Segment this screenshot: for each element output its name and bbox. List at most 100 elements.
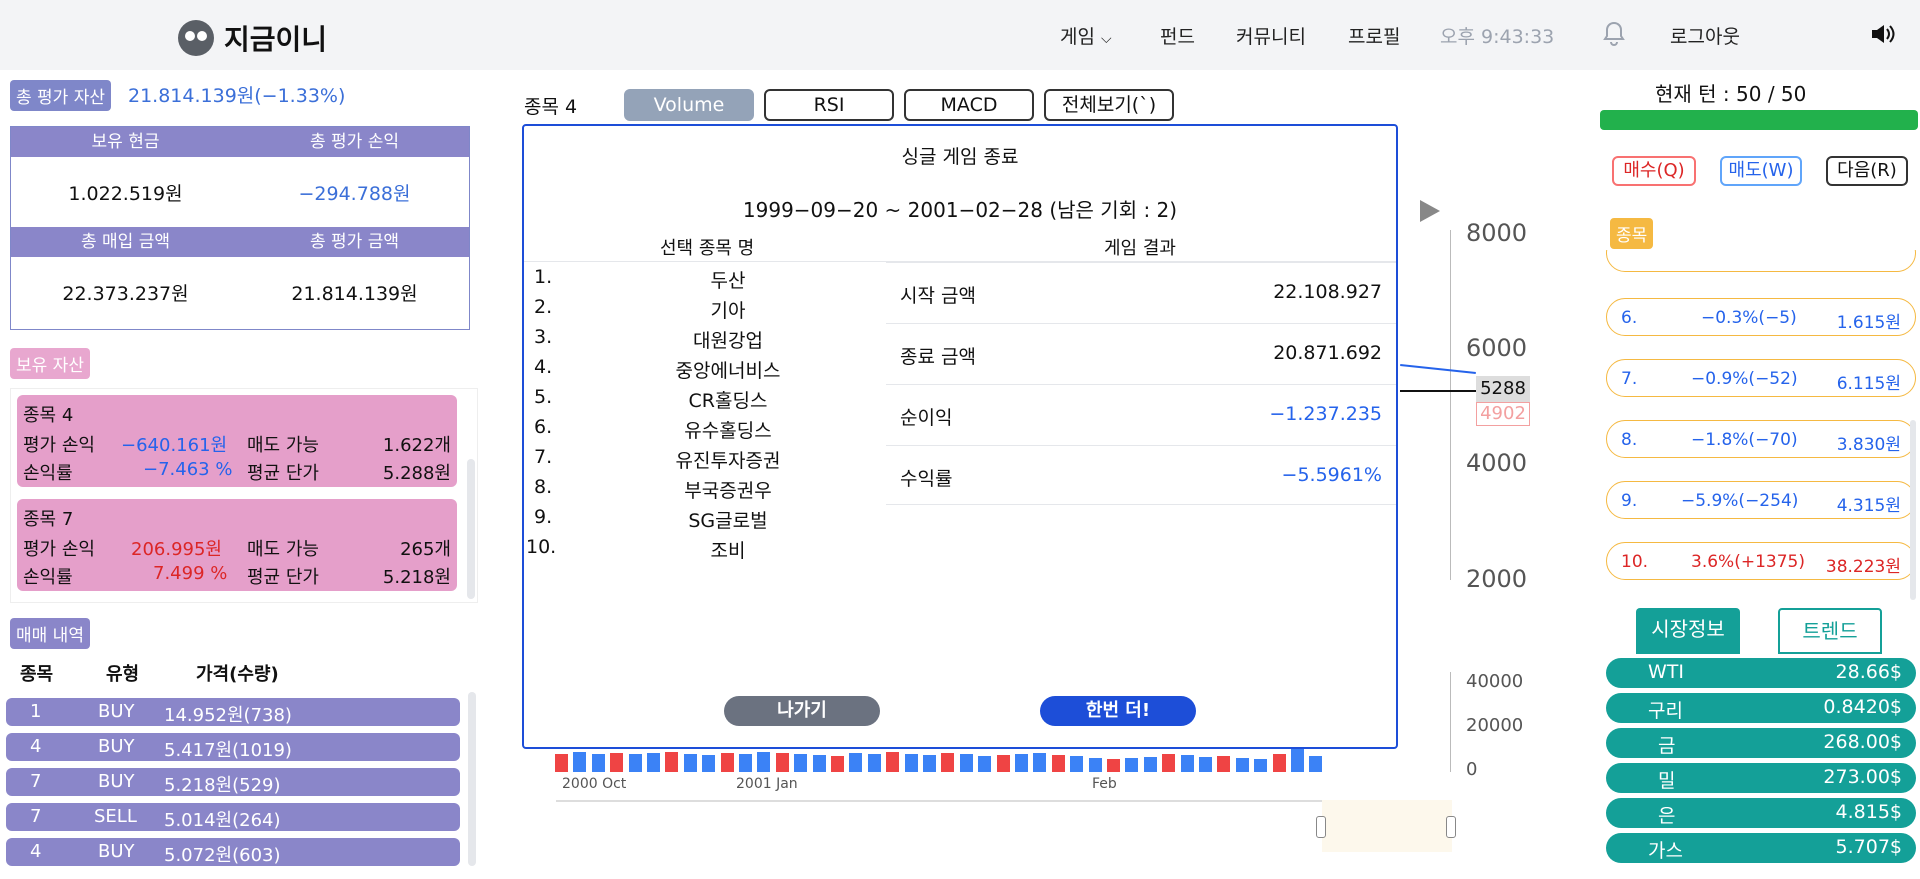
trade-row[interactable]: 7 SELL 5.014원(264) bbox=[6, 803, 460, 831]
volume-bar bbox=[831, 756, 844, 772]
volume-button[interactable]: Volume bbox=[624, 89, 754, 121]
y-tick: 4000 bbox=[1466, 449, 1528, 477]
rank-row[interactable]: 7. −0.9%(−52) 6.115원 bbox=[1606, 359, 1916, 397]
trade-row[interactable]: 4 BUY 5.417원(1019) bbox=[6, 733, 460, 761]
trade-history-title: 매매 내역 bbox=[10, 618, 90, 649]
rank-row-partial bbox=[1606, 250, 1916, 272]
tab-market-info[interactable]: 시장정보 bbox=[1636, 608, 1740, 654]
result-label: 시작 금액 bbox=[900, 285, 976, 307]
rank-row[interactable]: 9. −5.9%(−254) 4.315원 bbox=[1606, 481, 1916, 519]
volume-bar bbox=[739, 754, 752, 772]
rank-row[interactable]: 6. −0.3%(−5) 1.615원 bbox=[1606, 298, 1916, 336]
macd-button[interactable]: MACD bbox=[904, 89, 1034, 121]
stock-name: CR홀딩스 bbox=[688, 390, 768, 412]
volume-bar bbox=[923, 755, 936, 772]
result-label: 순이익 bbox=[900, 407, 953, 429]
market-name: 은 bbox=[1658, 805, 1676, 827]
play-again-button[interactable]: 한번 더! bbox=[1040, 696, 1196, 726]
trade-type: BUY bbox=[98, 771, 135, 792]
logo-text: 지금이니 bbox=[224, 23, 328, 56]
total-asset-value: 21.814.139원(−1.33%) bbox=[128, 85, 346, 107]
result-row: 종료 금액 20.871.692 bbox=[886, 323, 1396, 383]
rank-number: 10. bbox=[1621, 552, 1649, 572]
rank-price: 1.615원 bbox=[1836, 313, 1901, 333]
nav-game[interactable]: 게임 ⌵ bbox=[1060, 22, 1112, 49]
sellable-value: 265개 bbox=[400, 539, 451, 560]
rank-change: −1.8%(−70) bbox=[1691, 430, 1798, 450]
market-name: 금 bbox=[1658, 735, 1676, 757]
range-handle-left[interactable] bbox=[1316, 816, 1326, 838]
logo[interactable]: 지금이니 bbox=[178, 18, 327, 58]
stock-name: 유진투자증권 bbox=[675, 450, 781, 472]
summary-header-1: 보유 현금 총 평가 손익 bbox=[11, 127, 469, 157]
date-label: 2000 Oct bbox=[562, 776, 627, 792]
market-value: 5.707$ bbox=[1835, 836, 1902, 858]
range-navigator[interactable] bbox=[556, 800, 1451, 802]
volume-bar bbox=[1033, 753, 1047, 772]
logout-link[interactable]: 로그아웃 bbox=[1670, 22, 1740, 49]
nav-community[interactable]: 커뮤니티 bbox=[1236, 22, 1306, 49]
modal-title: 싱글 게임 종료 bbox=[901, 146, 1019, 168]
holding-card[interactable]: 종목 7 평가 손익 206.995원 매도 가능 265개 손익률 7.499… bbox=[17, 499, 457, 591]
pl-label: 평가 손익 bbox=[23, 539, 95, 560]
chart-play-icon[interactable] bbox=[1420, 200, 1440, 222]
trade-price: 5.218원(529) bbox=[164, 775, 281, 796]
holdings-list[interactable]: 종목 4 평가 손익 −640.161원 매도 가능 1.622개 손익률 −7… bbox=[10, 388, 478, 603]
tab-trend[interactable]: 트렌드 bbox=[1778, 608, 1882, 654]
market-name: WTI bbox=[1648, 661, 1684, 683]
result-value: −1.237.235 bbox=[1269, 403, 1382, 425]
bell-icon[interactable] bbox=[1602, 20, 1626, 48]
rank-price: 6.115원 bbox=[1836, 374, 1901, 394]
volume-bar bbox=[996, 755, 1010, 772]
sell-button[interactable]: 매도(W) bbox=[1720, 156, 1802, 186]
holding-card[interactable]: 종목 4 평가 손익 −640.161원 매도 가능 1.622개 손익률 −7… bbox=[17, 395, 457, 487]
result-value: 20.871.692 bbox=[1273, 342, 1382, 364]
holdings-scrollbar[interactable] bbox=[467, 459, 475, 599]
trade-stock: 4 bbox=[30, 841, 42, 862]
result-row: 수익률 −5.5961% bbox=[886, 445, 1396, 505]
trade-row[interactable]: 4 BUY 5.072원(603) bbox=[6, 838, 460, 866]
volume-bar bbox=[1107, 759, 1120, 772]
full-view-button[interactable]: 전체보기(`) bbox=[1044, 89, 1174, 121]
rank-price: 4.315원 bbox=[1836, 496, 1901, 516]
nav-fund[interactable]: 펀드 bbox=[1160, 22, 1195, 49]
range-handle-right[interactable] bbox=[1446, 816, 1456, 838]
rate-label: 손익률 bbox=[23, 463, 73, 484]
summary-row-1: 1.022.519원 −294.788원 bbox=[11, 179, 469, 209]
chevron-down-icon: ⌵ bbox=[1101, 31, 1112, 47]
rank-row[interactable]: 8. −1.8%(−70) 3.830원 bbox=[1606, 420, 1916, 458]
market-row: 밀 273.00$ bbox=[1606, 763, 1916, 793]
volume-bar bbox=[1051, 755, 1065, 772]
avg-price-tag: 4902 bbox=[1476, 402, 1530, 426]
rank-scrollbar[interactable] bbox=[1910, 420, 1916, 600]
stock-num: 3. bbox=[534, 326, 553, 348]
trades-scrollbar[interactable] bbox=[468, 692, 476, 866]
rank-number: 7. bbox=[1621, 369, 1638, 389]
volume-bar bbox=[647, 753, 660, 772]
trade-row[interactable]: 7 BUY 5.218원(529) bbox=[6, 768, 460, 796]
speaker-icon[interactable] bbox=[1870, 22, 1896, 46]
stock-name: 조비 bbox=[710, 540, 746, 562]
vol-tick: 40000 bbox=[1466, 671, 1524, 692]
buy-button[interactable]: 매수(Q) bbox=[1612, 156, 1696, 186]
volume-bar bbox=[1235, 758, 1249, 772]
game-over-modal: 싱글 게임 종료 1999−09−20 ~ 2001−02−28 (남은 기회 … bbox=[522, 124, 1398, 749]
nav-profile[interactable]: 프로필 bbox=[1348, 22, 1400, 49]
rsi-button[interactable]: RSI bbox=[764, 89, 894, 121]
trade-row[interactable]: 1 BUY 14.952원(738) bbox=[6, 698, 460, 726]
stock-num: 10. bbox=[526, 536, 557, 558]
exit-button[interactable]: 나가기 bbox=[724, 696, 880, 726]
volume-axis-line bbox=[1450, 672, 1451, 772]
stock-num: 7. bbox=[534, 446, 553, 468]
next-button[interactable]: 다음(R) bbox=[1826, 156, 1908, 186]
vol-tick: 0 bbox=[1466, 759, 1478, 780]
volume-bar bbox=[978, 756, 992, 772]
volume-bar bbox=[591, 754, 605, 772]
clock: 오후 9:43:33 bbox=[1440, 26, 1555, 48]
range-window[interactable] bbox=[1322, 800, 1452, 852]
turn-progress-fill bbox=[1600, 110, 1918, 130]
volume-bar bbox=[1199, 757, 1212, 772]
rank-row[interactable]: 10. 3.6%(+1375) 38.223원 bbox=[1606, 542, 1916, 580]
market-row: 금 268.00$ bbox=[1606, 728, 1916, 758]
stock-name: SG글로벌 bbox=[688, 510, 768, 532]
